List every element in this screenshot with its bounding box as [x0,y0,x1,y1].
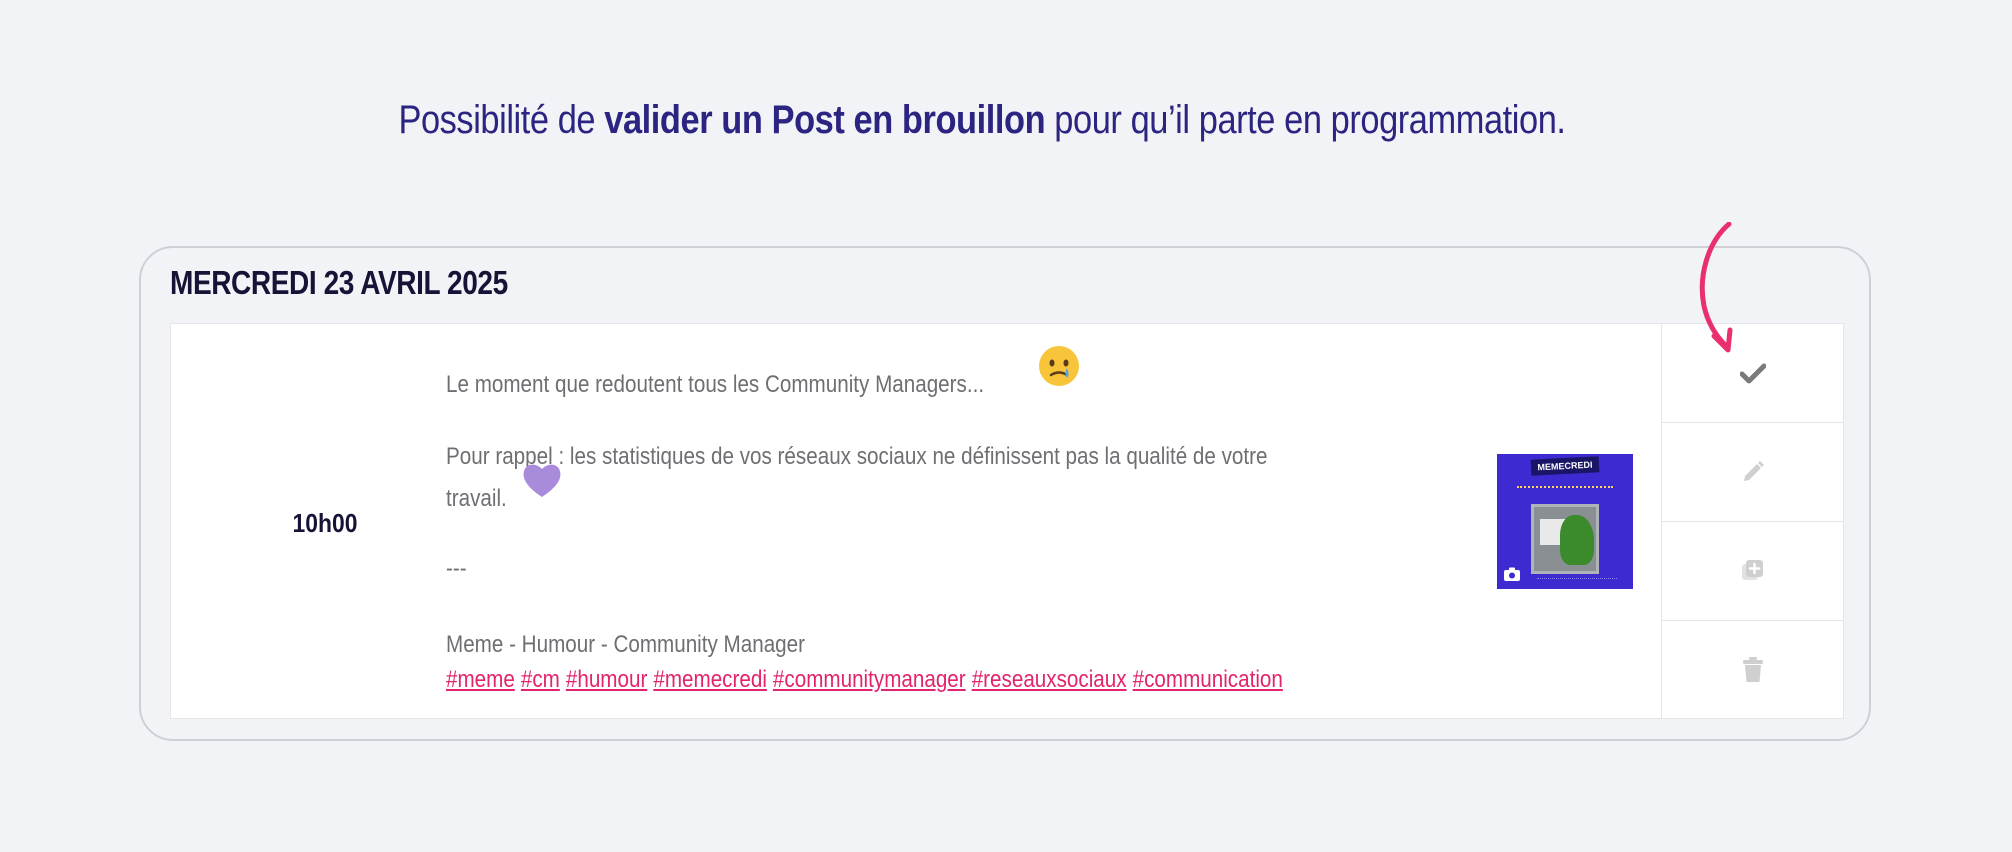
page: Possibilité de valider un Post en brouil… [0,0,2012,852]
day-title: MERCREDI 23 AVRIL 2025 [170,264,508,301]
duplicate-icon [1742,560,1763,580]
thumbnail-banner: MEMECREDI [1530,456,1600,476]
headline-bold: valider un Post en brouillon [604,98,1046,142]
scheduled-post[interactable]: 10h00 Le moment que redoutent tous les C… [170,323,1844,719]
face-holding-back-tears-emoji [1039,346,1079,386]
hashtag-link[interactable]: #communication [1133,666,1283,693]
delete-button[interactable] [1662,621,1844,719]
pencil-icon [1744,461,1764,481]
edit-button[interactable] [1662,423,1844,522]
duplicate-button[interactable] [1662,522,1844,621]
schedule-day-card: MERCREDI 23 AVRIL 2025 10h00 Le moment q… [139,246,1871,741]
thumbnail-frog [1560,515,1594,565]
post-time: 10h00 [292,508,358,538]
post-line: --- [446,555,467,582]
hashtag-link[interactable]: #memecredi [653,666,767,693]
post-line: travail. [446,485,507,512]
headline: Possibilité de valider un Post en brouil… [137,98,1826,143]
hashtag-link[interactable]: #humour [566,666,647,693]
headline-suffix: pour qu’il parte en programmation. [1045,98,1566,142]
curved-arrow-icon [1699,222,1733,353]
check-icon [1740,363,1766,384]
thumbnail-footer [1537,578,1617,582]
post-media-thumbnail[interactable]: MEMECREDI [1497,454,1633,589]
post-line: Pour rappel : les statistiques de vos ré… [446,443,1268,470]
post-line: Le moment que redoutent tous les Communi… [446,371,985,398]
hashtag-link[interactable]: #communitymanager [773,666,966,693]
thumbnail-photo [1531,504,1599,574]
trash-icon [1743,657,1763,682]
thumbnail-caption [1517,486,1613,494]
hashtag-link[interactable]: #reseauxsociaux [972,666,1127,693]
camera-icon [1504,567,1520,581]
hashtag-list: #meme #cm #humour #memecredi #communitymanag… [446,659,1289,700]
headline-prefix: Possibilité de [398,98,605,142]
purple-heart-emoji [523,464,561,497]
post-actions [1661,324,1844,718]
hashtag-link[interactable]: #meme [446,666,515,693]
hashtag-link[interactable]: #cm [521,666,560,693]
